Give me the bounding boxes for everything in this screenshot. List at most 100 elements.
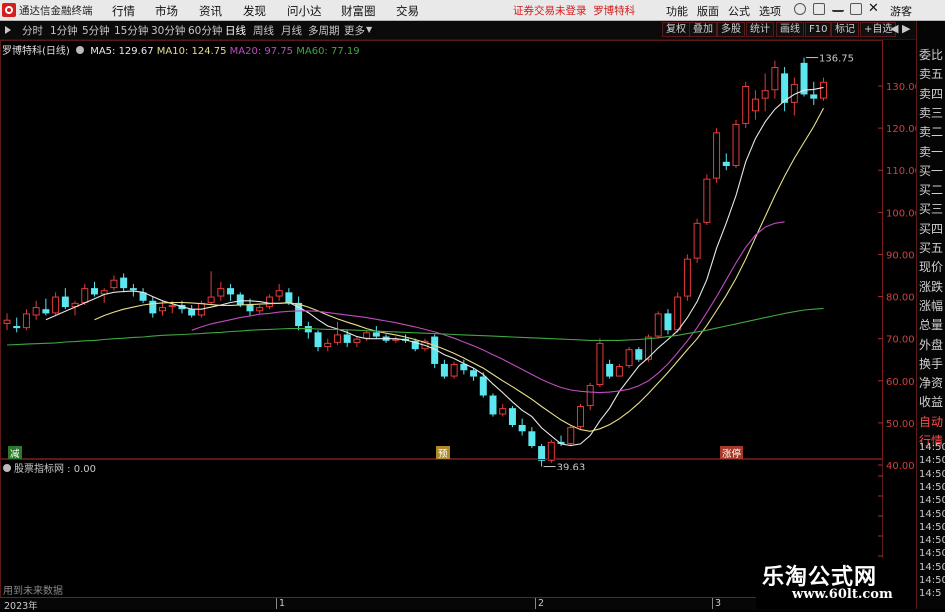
candle	[52, 292, 60, 316]
user-icon[interactable]	[794, 3, 806, 15]
candle	[3, 313, 11, 331]
window-icon[interactable]	[813, 3, 825, 15]
candle	[635, 347, 643, 362]
period-tab[interactable]: 1分钟	[50, 23, 78, 38]
candle	[528, 427, 536, 449]
candle-body-down	[518, 424, 526, 432]
candle	[188, 304, 196, 318]
period-tab[interactable]: 15分钟	[114, 23, 148, 38]
play-icon[interactable]	[5, 26, 11, 34]
period-tab[interactable]: 30分钟	[151, 23, 185, 38]
period-tab[interactable]: 月线	[281, 23, 302, 38]
candle-body-up	[771, 67, 779, 91]
statistics-button[interactable]: 统计	[746, 22, 774, 37]
candle-body-up	[761, 90, 769, 99]
candle-body-down	[227, 288, 235, 295]
quote-field-label: 外盘	[919, 337, 944, 352]
candle	[664, 309, 672, 335]
quote-field-label: 卖三	[919, 105, 944, 120]
candle	[139, 288, 147, 303]
candle	[120, 273, 128, 293]
collapse-icon[interactable]: ◀	[890, 22, 898, 35]
event-marker-limit-up[interactable]: 涨停	[720, 446, 744, 460]
candle-body-up	[547, 441, 555, 461]
menu-item-xiaoda[interactable]: 问小达	[287, 3, 322, 19]
candle	[227, 283, 235, 301]
indicator-frame	[0, 459, 883, 598]
candle-body-down	[343, 334, 351, 343]
period-tab[interactable]: 5分钟	[82, 23, 110, 38]
candle	[742, 81, 750, 129]
period-tab-active[interactable]: 日线	[225, 23, 246, 38]
quote-field-label: 自动	[919, 414, 944, 429]
candle-body-down	[314, 332, 322, 348]
candle-body-up	[159, 307, 167, 312]
candle-body-up	[742, 86, 750, 124]
candle-body-down	[440, 363, 448, 377]
multi-stock-button[interactable]: 多股	[717, 22, 745, 37]
candle-body-down	[722, 161, 730, 167]
tick-time-label: 14:50	[919, 455, 945, 467]
quote-field-label: 卖五	[919, 67, 944, 82]
period-tab[interactable]: 周线	[253, 23, 274, 38]
candle	[110, 275, 118, 291]
login-notice[interactable]: 证券交易未登录 罗博特科	[513, 3, 635, 18]
period-tab[interactable]: 多周期	[308, 23, 340, 38]
menu-item-quotes[interactable]: 行情	[112, 3, 135, 19]
settings-dot-icon[interactable]	[76, 46, 84, 54]
candle-body-up	[703, 178, 711, 223]
period-tab[interactable]: 60分钟	[188, 23, 222, 38]
mark-button[interactable]: 标记	[831, 22, 859, 37]
candle	[751, 90, 759, 120]
expand-icon[interactable]: ▶	[902, 22, 910, 35]
chevron-down-icon[interactable]: ▼	[366, 25, 372, 34]
guest-label[interactable]: 游客	[890, 3, 912, 19]
quote-field-label: 买五	[919, 241, 944, 255]
app-logo-icon	[2, 3, 16, 17]
candle-body-down	[635, 349, 643, 360]
toolbar-layout[interactable]: 版面	[697, 3, 719, 19]
menu-item-market[interactable]: 市场	[155, 3, 178, 19]
title-bar: 通达信金融终端 行情 市场 资讯 发现 问小达 财富圈 交易 证券交易未登录 罗…	[0, 0, 945, 21]
price-label: 130.00	[886, 82, 916, 93]
menu-item-news[interactable]: 资讯	[199, 3, 222, 19]
time-label-month: 2	[535, 598, 544, 609]
toolbar-options[interactable]: 选项	[759, 3, 781, 19]
menu-item-discover[interactable]: 发现	[243, 3, 266, 19]
candle	[90, 281, 98, 297]
candle	[333, 321, 341, 345]
candle-body-up	[596, 342, 604, 385]
menu-item-trade[interactable]: 交易	[396, 3, 419, 19]
candle-body-down	[120, 277, 128, 289]
f10-button[interactable]: F10	[805, 22, 832, 37]
indicator-title: 股票指标网 : 0.00	[3, 460, 96, 475]
candle-body-down	[246, 304, 254, 312]
period-tab-more[interactable]: 更多	[344, 23, 365, 38]
period-tab[interactable]: 分时	[22, 23, 43, 38]
toolbar-formula[interactable]: 公式	[728, 3, 750, 19]
candle	[22, 309, 30, 331]
event-marker-reduce[interactable]: 减	[8, 446, 22, 460]
toolbar-function[interactable]: 功能	[666, 3, 688, 19]
kline-chart[interactable]: 130.00 120.00 110.00 100.00 90.00 80.00 70.00 6…	[0, 40, 916, 470]
indicator-toggle-icon[interactable]	[3, 464, 11, 472]
minimize-icon[interactable]	[832, 3, 844, 12]
candle-body-down	[285, 292, 293, 303]
overlay-button[interactable]: 叠加	[689, 22, 717, 37]
menu-item-wealth[interactable]: 财富圈	[341, 3, 376, 19]
candle-body-up	[567, 427, 575, 444]
candle	[402, 334, 410, 343]
draw-line-button[interactable]: 画线	[776, 22, 804, 37]
restore-rights-button[interactable]: 复权	[662, 22, 690, 37]
candle-body-up	[654, 313, 662, 337]
candle	[713, 128, 721, 183]
tick-time-label: 14:50	[919, 495, 945, 507]
indicator-value: 股票指标网 : 0.00	[14, 464, 96, 475]
maximize-icon[interactable]	[850, 3, 862, 15]
candle-body-up	[576, 406, 584, 428]
price-label: 80.00	[886, 293, 915, 304]
price-label: 100.00	[886, 208, 916, 219]
close-icon[interactable]: ✕	[868, 1, 879, 16]
event-marker-forecast[interactable]: 预	[436, 446, 450, 460]
price-label: 120.00	[886, 124, 916, 135]
